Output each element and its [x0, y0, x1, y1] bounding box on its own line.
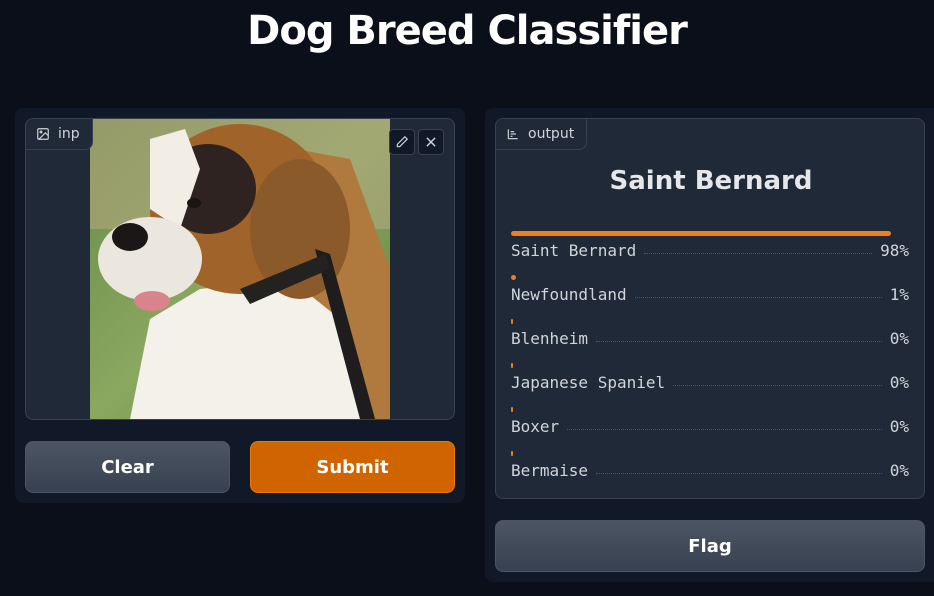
input-label: inp: [26, 119, 93, 150]
confidence-row: Saint Bernard 98%: [511, 231, 911, 275]
output-panel: output Saint Bernard Saint Bernard 98% N…: [485, 108, 934, 582]
edit-image-button[interactable]: [389, 129, 415, 155]
confidence-label: Newfoundland: [511, 285, 627, 304]
output-label: output: [496, 119, 588, 150]
confidence-label: Saint Bernard: [511, 241, 637, 260]
predicted-label: Saint Bernard: [609, 166, 813, 196]
confidence-row: Japanese Spaniel 0%: [511, 363, 911, 407]
confidence-row: Newfoundland 1%: [511, 275, 911, 319]
confidence-label: Boxer: [511, 417, 560, 436]
confidence-label: Bermaise: [511, 461, 589, 480]
confidence-bar: [511, 407, 513, 412]
submit-button[interactable]: Submit: [250, 441, 455, 493]
confidence-bar: [511, 275, 516, 280]
label-output: output Saint Bernard Saint Bernard 98% N…: [495, 118, 925, 499]
output-label-text: output: [528, 126, 575, 142]
confidence-value: 98%: [880, 241, 909, 260]
confidence-list: Saint Bernard 98% Newfoundland 1% Blenhe…: [511, 231, 911, 495]
clear-button[interactable]: Clear: [25, 441, 230, 493]
confidence-value: 0%: [889, 373, 909, 392]
pencil-icon: [396, 135, 409, 148]
bar-chart-icon: [507, 129, 518, 140]
image-input[interactable]: inp: [25, 118, 455, 420]
image-icon: [37, 128, 49, 140]
flag-button[interactable]: Flag: [495, 520, 925, 572]
confidence-bar: [511, 451, 513, 456]
confidence-value: 1%: [889, 285, 909, 304]
confidence-row: Blenheim 0%: [511, 319, 911, 363]
confidence-bar: [511, 231, 892, 236]
input-label-text: inp: [58, 126, 80, 142]
confidence-row: Boxer 0%: [511, 407, 911, 451]
confidence-value: 0%: [889, 329, 909, 348]
confidence-label: Japanese Spaniel: [511, 373, 666, 392]
confidence-row: Bermaise 0%: [511, 451, 911, 495]
confidence-value: 0%: [889, 461, 909, 480]
close-icon: [426, 137, 436, 147]
confidence-bar: [511, 363, 513, 368]
confidence-bar: [511, 319, 513, 324]
confidence-label: Blenheim: [511, 329, 589, 348]
clear-image-button[interactable]: [418, 129, 444, 155]
page-title: Dog Breed Classifier: [247, 8, 688, 54]
dog-photo: [90, 119, 390, 419]
input-panel: inp Clear Submit: [15, 108, 465, 503]
confidence-value: 0%: [889, 417, 909, 436]
